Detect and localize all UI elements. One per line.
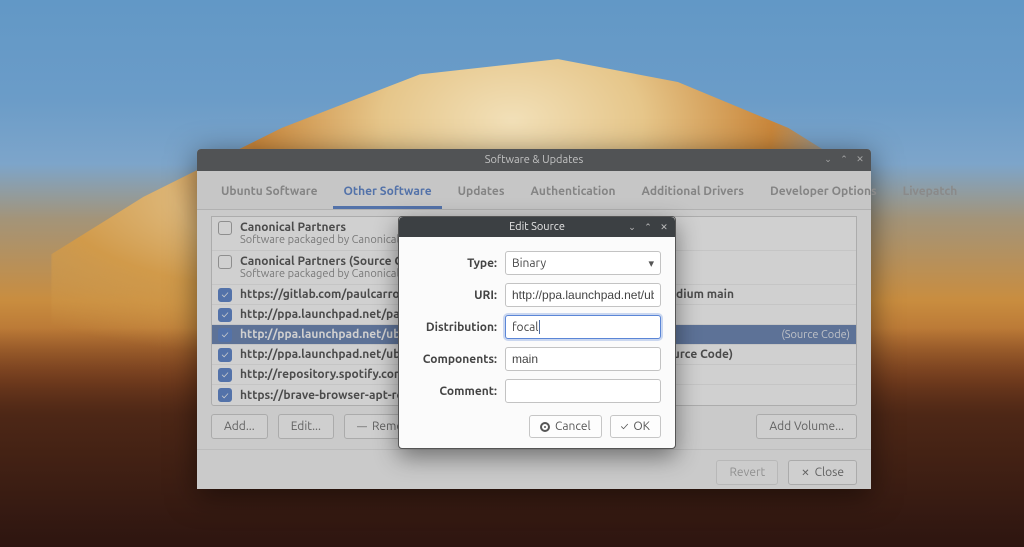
uri-input-field[interactable] xyxy=(512,288,654,302)
chevron-down-icon xyxy=(648,257,654,270)
type-label: Type: xyxy=(413,257,497,270)
type-select[interactable]: Binary xyxy=(505,251,661,275)
dialog-title: Edit Source xyxy=(509,221,565,233)
tab-livepatch[interactable]: Livepatch xyxy=(893,179,968,209)
ok-label: OK xyxy=(633,420,650,433)
dialog-titlebar: Edit Source ⌄ ⌃ ✕ xyxy=(399,217,675,237)
cancel-icon xyxy=(540,422,550,432)
type-value: Binary xyxy=(512,257,546,270)
dialog-minimize-icon[interactable]: ⌄ xyxy=(625,220,639,234)
uri-label: URI: xyxy=(413,289,497,302)
check-icon xyxy=(621,420,629,433)
comment-label: Comment: xyxy=(413,385,497,398)
dialog-close-icon[interactable]: ✕ xyxy=(657,220,671,234)
comment-input[interactable] xyxy=(505,379,661,403)
dialog-maximize-icon[interactable]: ⌃ xyxy=(641,220,655,234)
components-input[interactable] xyxy=(505,347,661,371)
distribution-value: focal xyxy=(512,321,538,334)
edit-source-dialog: Edit Source ⌄ ⌃ ✕ Type: Binary URI: Dist… xyxy=(398,216,676,449)
ok-button[interactable]: OK xyxy=(610,415,661,438)
distribution-label: Distribution: xyxy=(413,321,497,334)
components-input-field[interactable] xyxy=(512,352,654,366)
components-label: Components: xyxy=(413,353,497,366)
comment-input-field[interactable] xyxy=(512,384,654,398)
cancel-label: Cancel xyxy=(555,420,591,433)
cancel-button[interactable]: Cancel xyxy=(529,415,602,438)
uri-input[interactable] xyxy=(505,283,661,307)
text-caret xyxy=(539,320,540,334)
distribution-input[interactable]: focal xyxy=(505,315,661,339)
